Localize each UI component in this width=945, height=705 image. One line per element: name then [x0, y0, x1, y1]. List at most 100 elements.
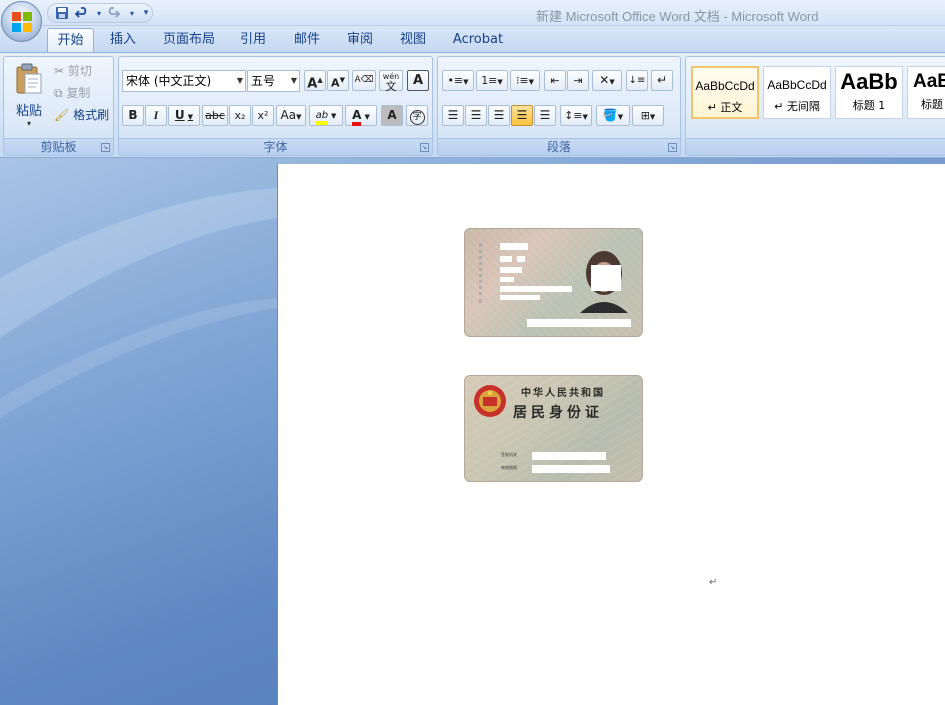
align-center-button[interactable]: ☰ [465, 105, 487, 126]
phonetic-guide-button[interactable]: wén 文 [379, 70, 403, 93]
superscript-button[interactable]: x² [252, 105, 274, 126]
copy-button[interactable]: ⧉ 复制 [54, 84, 90, 102]
chevron-down-icon: ▼ [649, 113, 656, 121]
subscript-button[interactable]: x₂ [229, 105, 251, 126]
style-no-spacing-sample: AaBbCcDd [767, 78, 827, 92]
clipboard-dialog-launcher-icon[interactable]: ↘ [101, 143, 110, 152]
underline-icon: U [174, 108, 185, 122]
change-case-button[interactable]: Aa▼ [276, 105, 306, 126]
chevron-down-icon: ▼ [609, 78, 615, 86]
align-left-icon: ☰ [447, 108, 459, 122]
format-painter-button[interactable]: 🖌 格式刷 [54, 106, 109, 124]
tab-insert[interactable]: 插入 [103, 28, 143, 53]
paragraph-mark: ↵ [709, 577, 718, 588]
id-card-back-image: 中华人民共和国 居民身份证 签发机关 有效期限 [464, 375, 643, 482]
tab-home[interactable]: 开始 [47, 28, 94, 53]
paragraph-dialog-launcher-icon[interactable]: ↘ [668, 143, 677, 152]
font-dialog-launcher-icon[interactable]: ↘ [420, 143, 429, 152]
font-size-select[interactable]: 五号 ▼ [247, 70, 300, 92]
style-normal-sample: AaBbCcDd [695, 79, 755, 93]
redaction-bar [532, 465, 610, 473]
copy-label: 复制 [66, 86, 91, 100]
align-right-icon: ☰ [493, 108, 505, 122]
bullets-icon: •≡ [447, 74, 464, 87]
font-color-button[interactable]: A ▼ [345, 105, 377, 126]
underline-button[interactable]: U ▼ [168, 105, 200, 126]
office-logo-icon [12, 12, 32, 32]
style-normal-label: ↵ 正文 [707, 101, 743, 114]
redaction-bar [500, 277, 514, 282]
show-marks-button[interactable]: ↵ [651, 70, 673, 91]
issuer-label: 签发机关 [501, 452, 517, 457]
character-border-button[interactable]: A [407, 70, 429, 91]
shading-button[interactable]: 🪣▼ [596, 105, 630, 126]
cut-button[interactable]: ✂ 剪切 [54, 62, 92, 80]
chinese-layout-button[interactable]: ✕▼ [592, 70, 622, 91]
highlight-button[interactable]: ab ▼ [309, 105, 343, 126]
cut-label: 剪切 [67, 64, 92, 78]
align-right-button[interactable]: ☰ [488, 105, 510, 126]
save-icon[interactable] [54, 6, 70, 21]
font-family-select[interactable]: 宋体 (中文正文) ▼ [122, 70, 246, 92]
grow-font-button[interactable]: A▲ [304, 70, 326, 91]
shrink-font-button[interactable]: A▼ [327, 70, 349, 91]
borders-button[interactable]: ⊞▼ [632, 105, 664, 126]
chevron-down-icon: ▼ [187, 113, 194, 121]
bold-button[interactable]: B [122, 105, 144, 126]
character-border-icon: A [412, 73, 424, 88]
style-heading-2[interactable]: AaB 标题 [907, 66, 945, 119]
undo-icon[interactable] [74, 6, 90, 21]
paste-button[interactable]: 粘贴 ▾ [9, 61, 49, 135]
tab-view[interactable]: 视图 [393, 28, 433, 53]
tab-acrobat[interactable]: Acrobat [448, 28, 508, 53]
font-group: 宋体 (中文正文) ▼ 五号 ▼ A▲ A▼ A⌫ wén 文 A B I U ▼ ab… [118, 56, 433, 156]
numbering-button[interactable]: 1≡▼ [476, 70, 508, 91]
enclose-characters-button[interactable]: 字 [406, 105, 428, 126]
paste-dropdown-icon: ▾ [26, 119, 31, 128]
increase-indent-button[interactable]: ⇥ [567, 70, 589, 91]
chevron-down-icon: ▼ [296, 113, 302, 121]
style-normal[interactable]: AaBbCcDd ↵ 正文 [691, 66, 759, 119]
paste-label: 粘贴 [15, 104, 42, 119]
multilevel-list-button[interactable]: ⁝≡▼ [510, 70, 540, 91]
chevron-down-icon: ▼ [617, 113, 624, 121]
character-shading-button[interactable]: A [381, 105, 403, 126]
borders-icon: ⊞ [640, 109, 650, 122]
redo-icon[interactable] [105, 6, 121, 21]
grow-font-icon: A [307, 76, 318, 92]
distributed-button[interactable]: ☰ [534, 105, 556, 126]
strikethrough-button[interactable]: abc [202, 105, 228, 126]
clear-formatting-button[interactable]: A⌫ [352, 70, 376, 91]
distributed-icon: ☰ [539, 108, 551, 122]
chevron-down-icon: ▼ [364, 113, 370, 121]
align-left-button[interactable]: ☰ [442, 105, 464, 126]
redaction-bar [500, 256, 512, 262]
redaction-bar [527, 319, 631, 327]
italic-button[interactable]: I [145, 105, 167, 126]
bullets-button[interactable]: •≡▼ [442, 70, 474, 91]
tab-review[interactable]: 审阅 [340, 28, 380, 53]
tab-references[interactable]: 引用 [233, 28, 273, 53]
ribbon-tab-bar: 开始 插入 页面布局 引用 邮件 审阅 视图 Acrobat [0, 26, 945, 53]
increase-indent-icon: ⇥ [573, 74, 583, 87]
tab-mailings[interactable]: 邮件 [287, 28, 327, 53]
tab-page-layout[interactable]: 页面布局 [156, 28, 222, 53]
chevron-down-icon: ▼ [463, 78, 469, 86]
highlight-icon: ab [315, 110, 329, 125]
paint-bucket-icon: 🪣 [602, 108, 618, 122]
office-button[interactable] [1, 1, 42, 42]
phonetic-guide-icon: 文 [385, 80, 397, 93]
decrease-indent-button[interactable]: ⇤ [544, 70, 566, 91]
customize-icon[interactable]: ▾ [138, 6, 154, 21]
sort-button[interactable]: ↓≡ [626, 70, 648, 91]
justify-button[interactable]: ☰ [511, 105, 533, 126]
redaction-bar [532, 452, 606, 460]
style-no-spacing[interactable]: AaBbCcDd ↵ 无间隔 [763, 66, 831, 119]
style-heading-1[interactable]: AaBb 标题 1 [835, 66, 903, 119]
styles-group: AaBbCcDd ↵ 正文 AaBbCcDd ↵ 无间隔 AaBb 标题 1 A… [685, 56, 945, 156]
format-painter-label: 格式刷 [73, 108, 110, 122]
line-spacing-button[interactable]: ↕≡▼ [560, 105, 592, 126]
paragraph-group: •≡▼ 1≡▼ ⁝≡▼ ⇤ ⇥ ✕▼ ↓≡ ↵ ☰ ☰ ☰ ☰ ☰ ↕≡▼ 🪣▼… [437, 56, 681, 156]
document-page[interactable]: 中华人民共和国 居民身份证 签发机关 有效期限 ↵ [277, 164, 945, 705]
redaction-bar [500, 267, 522, 273]
